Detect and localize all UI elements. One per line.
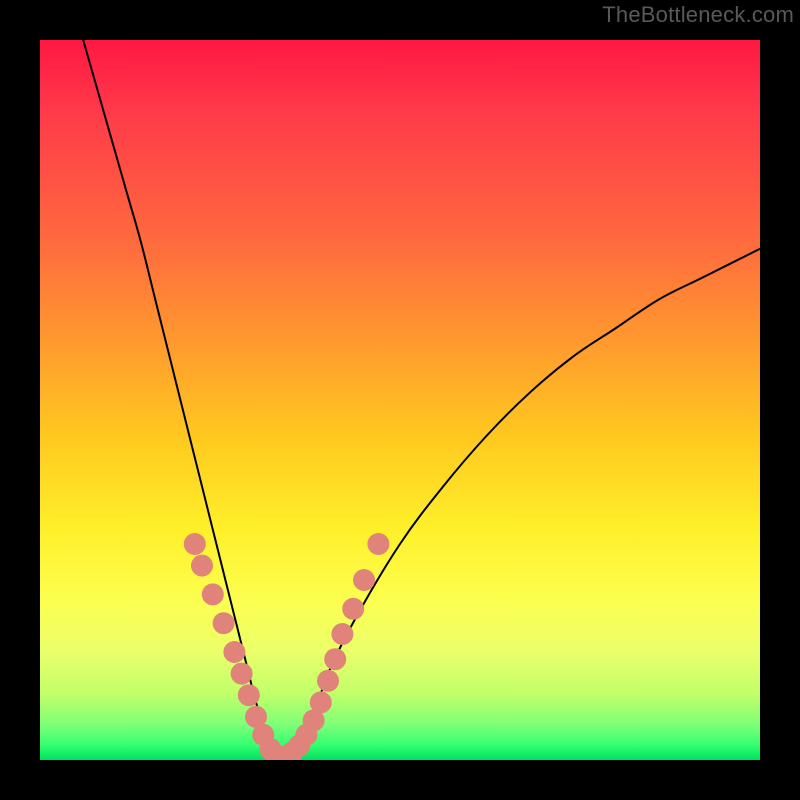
data-point: [342, 598, 364, 620]
data-point: [213, 612, 235, 634]
data-point: [317, 670, 339, 692]
data-point: [231, 663, 253, 685]
attribution-label: TheBottleneck.com: [602, 2, 794, 28]
chart-frame: TheBottleneck.com: [0, 0, 800, 800]
chart-overlay: [40, 40, 760, 760]
data-point: [238, 684, 260, 706]
data-point: [367, 533, 389, 555]
data-point: [202, 583, 224, 605]
curve-path: [83, 40, 760, 760]
data-point: [324, 648, 346, 670]
plot-area: [40, 40, 760, 760]
data-point: [184, 533, 206, 555]
data-point: [310, 691, 332, 713]
data-point: [331, 623, 353, 645]
data-point: [191, 555, 213, 577]
data-point: [223, 641, 245, 663]
data-point: [353, 569, 375, 591]
right-dots-group: [274, 533, 390, 760]
left-dots-group: [184, 533, 289, 760]
